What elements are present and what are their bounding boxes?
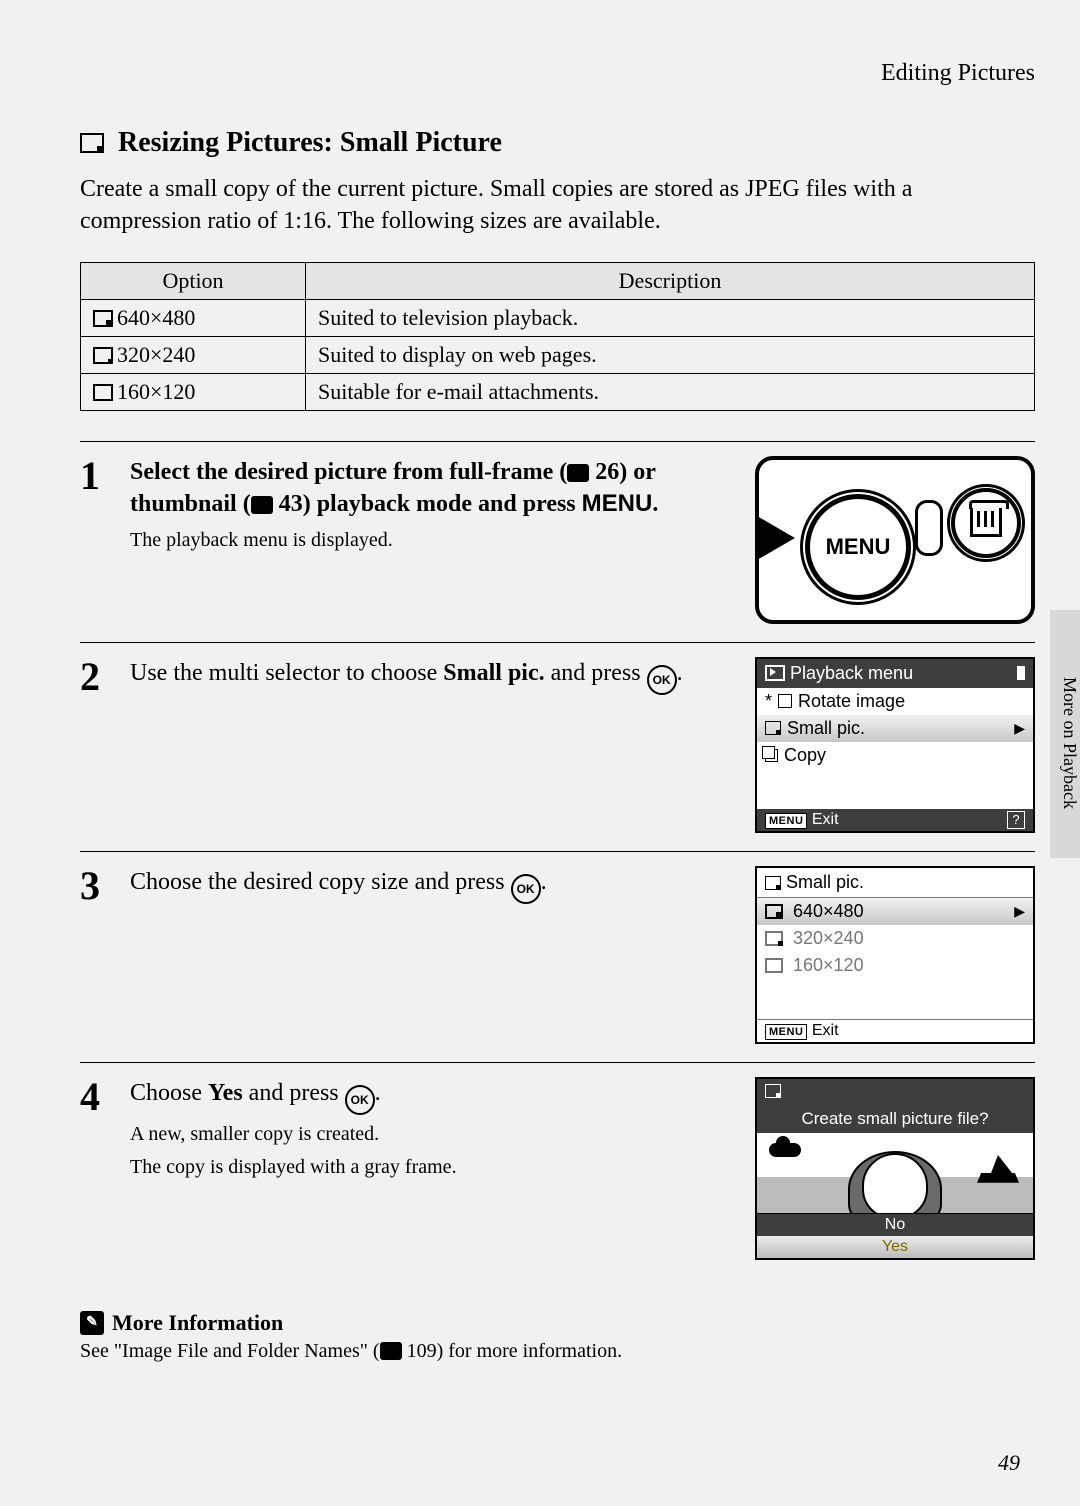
button [915, 500, 943, 556]
chevron-right-icon: ▶ [1014, 720, 1025, 737]
trash-icon [970, 508, 1002, 537]
sizes-table: Option Description 640×480 Suited to tel… [80, 262, 1035, 411]
small-pic-icon [765, 721, 781, 735]
page-ref-icon [380, 1342, 402, 1360]
no-option: No [757, 1214, 1033, 1236]
rotate-icon [778, 694, 792, 708]
more-info-heading: ✎ More Information [80, 1310, 1035, 1336]
ok-button-icon: OK [345, 1085, 375, 1115]
playback-icon [765, 665, 785, 681]
step-2: 2 Use the multi selector to choose Small… [80, 642, 1035, 833]
camera-illustration: MENU [755, 456, 1035, 624]
section-header: Editing Pictures [80, 60, 1035, 87]
col-option: Option [81, 262, 306, 299]
confirm-dialog: Create small picture file? No Yes [755, 1077, 1035, 1260]
small-pic-icon [765, 1084, 781, 1098]
page-number: 49 [998, 1450, 1020, 1476]
yes-option: Yes [757, 1236, 1033, 1258]
page-title: Resizing Pictures: Small Picture [80, 127, 1035, 159]
side-tab: More on Playback [1050, 610, 1080, 858]
step-number: 3 [80, 866, 110, 1044]
step-1: 1 Select the desired picture from full-f… [80, 441, 1035, 624]
sample-image [757, 1133, 1033, 1214]
more-info-text: See "Image File and Folder Names" ( 109)… [80, 1340, 1035, 1363]
small-pic-icon [765, 876, 781, 890]
step-3: 3 Choose the desired copy size and press… [80, 851, 1035, 1044]
ok-button-icon: OK [647, 665, 677, 695]
delete-button [951, 488, 1021, 558]
step-number: 1 [80, 456, 110, 624]
arrow-icon [757, 516, 795, 560]
chevron-right-icon: ▶ [1014, 903, 1025, 920]
copy-icon [765, 749, 778, 762]
menu-button: MENU [805, 494, 911, 600]
small-picture-icon [80, 127, 108, 159]
step-number: 4 [80, 1077, 110, 1260]
step-4: 4 Choose Yes and press OK. A new, smalle… [80, 1062, 1035, 1260]
intro-text: Create a small copy of the current pictu… [80, 173, 1035, 238]
help-icon: ? [1007, 811, 1025, 829]
playback-menu-screen: Playback menu *Rotate image Small pic.▶ … [755, 657, 1035, 833]
page-ref-icon [567, 464, 589, 482]
col-description: Description [306, 262, 1035, 299]
page-ref-icon [251, 496, 273, 514]
step-number: 2 [80, 657, 110, 833]
small-pic-screen: Small pic. 640×480▶ 320×240 160×120 MENU… [755, 866, 1035, 1044]
ok-button-icon: OK [511, 874, 541, 904]
info-icon: ✎ [80, 1311, 104, 1335]
